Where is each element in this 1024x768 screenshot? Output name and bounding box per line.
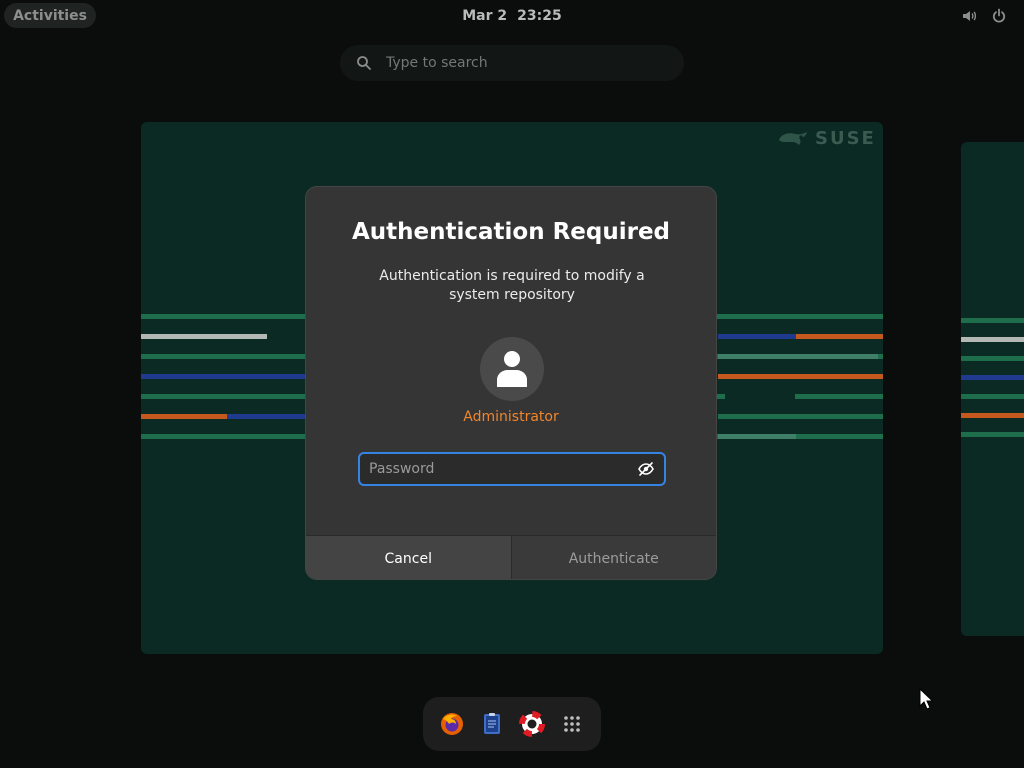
mouse-cursor-icon (919, 688, 933, 710)
reveal-password-icon[interactable] (638, 461, 654, 481)
cancel-button[interactable]: Cancel (306, 536, 511, 579)
user-icon (497, 351, 527, 387)
wallpaper-stripe (961, 394, 1024, 399)
wallpaper-stripe (141, 334, 267, 339)
firefox-icon[interactable] (439, 711, 465, 737)
dialog-message: Authentication is required to modify a s… (379, 268, 645, 303)
wallpaper-stripe (961, 337, 1024, 342)
wallpaper-stripe (961, 432, 1024, 437)
user-name: Administrator (463, 409, 559, 425)
workspace-thumbnail-2[interactable] (961, 142, 1024, 636)
wallpaper-stripe (725, 394, 795, 399)
wallpaper-stripe (718, 414, 883, 419)
password-input[interactable] (367, 460, 621, 478)
wallpaper-stripe (718, 334, 796, 339)
wallpaper-stripe (961, 318, 1024, 323)
dialog-title: Authentication Required (351, 219, 671, 245)
authenticate-button[interactable]: Authenticate (510, 536, 716, 579)
help-icon[interactable] (519, 711, 545, 737)
search-icon (357, 56, 371, 70)
wallpaper-stripe (796, 334, 883, 339)
password-field[interactable] (358, 452, 666, 486)
wallpaper-stripe (961, 356, 1024, 361)
wallpaper-stripe (718, 434, 796, 439)
dock (423, 697, 601, 751)
clock[interactable]: Mar 2 23:25 (440, 3, 584, 28)
wallpaper-stripe (141, 414, 227, 419)
clock-time: 23:25 (517, 7, 562, 24)
suse-brand-text: SUSE (815, 128, 876, 149)
power-icon[interactable] (991, 8, 1007, 24)
activities-button[interactable]: Activities (4, 3, 96, 28)
volume-icon[interactable] (961, 8, 977, 24)
text-editor-icon[interactable] (479, 711, 505, 737)
authentication-dialog: Authentication Required Authentication i… (305, 186, 717, 580)
app-grid-icon[interactable] (559, 711, 585, 737)
wallpaper-stripe (961, 413, 1024, 418)
wallpaper-stripe (718, 354, 878, 359)
clock-date: Mar 2 (462, 7, 508, 24)
dialog-buttons: Cancel Authenticate (306, 535, 716, 579)
top-bar: Activities Mar 2 23:25 (0, 0, 1024, 32)
wallpaper-stripe (961, 375, 1024, 380)
search-input[interactable] (384, 54, 658, 72)
avatar (480, 337, 544, 401)
search-entry[interactable] (340, 45, 684, 81)
wallpaper-stripe (718, 374, 883, 379)
suse-logo: SUSE (777, 128, 876, 149)
